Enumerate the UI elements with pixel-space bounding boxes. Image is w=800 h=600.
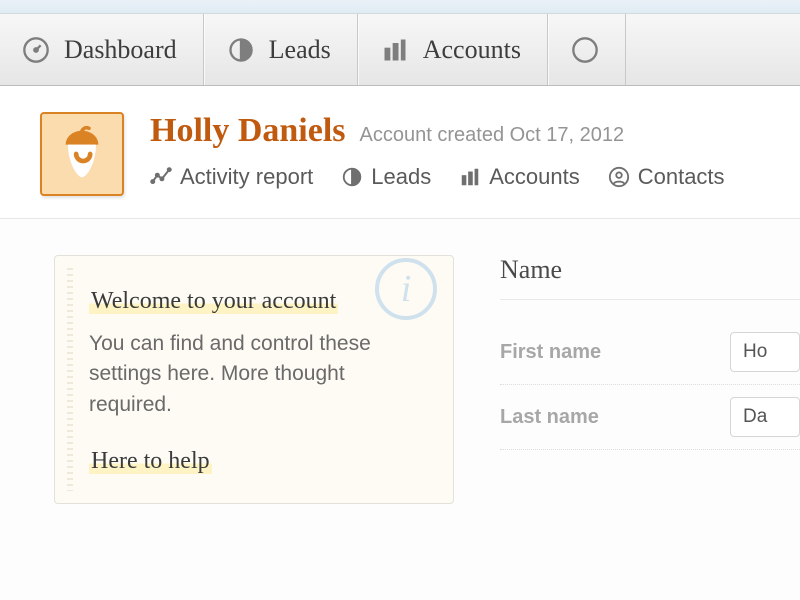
content-area: i Welcome to your account You can find a… [0,219,800,504]
subtab-label: Activity report [180,164,313,190]
person-circle-icon [571,36,599,64]
main-nav: Dashboard Leads Accounts [0,14,800,86]
label-last-name: Last name [500,406,599,429]
subtab-label: Leads [371,164,431,190]
nav-more[interactable] [548,14,626,85]
bars-icon [459,166,481,188]
subtab-activity-report[interactable]: Activity report [150,164,313,190]
activity-icon [150,166,172,188]
subtab-label: Contacts [638,164,725,190]
subtab-contacts[interactable]: Contacts [608,164,725,190]
form-row-last-name: Last name [500,385,800,450]
account-created: Account created Oct 17, 2012 [360,124,625,146]
help-heading: Welcome to your account [89,288,338,314]
info-icon: i [375,258,437,320]
nav-label: Leads [269,35,331,65]
avatar [40,112,124,196]
nav-dashboard[interactable]: Dashboard [0,14,204,85]
account-name: Holly Daniels [150,112,346,150]
subtab-accounts[interactable]: Accounts [459,164,580,190]
window-top-strip [0,0,800,14]
subtab-leads[interactable]: Leads [341,164,431,190]
acorn-icon [57,126,107,182]
help-body: You can find and control these settings … [89,329,425,420]
account-header: Holly Daniels Account created Oct 17, 20… [0,86,800,219]
help-heading-2: Here to help [89,448,212,474]
section-heading-name: Name [500,255,800,300]
input-last-name[interactable] [730,397,800,437]
nav-accounts[interactable]: Accounts [358,14,548,85]
input-first-name[interactable] [730,332,800,372]
half-circle-icon [227,36,255,64]
person-circle-icon [608,166,630,188]
half-circle-icon [341,166,363,188]
gauge-icon [22,36,50,64]
form-row-first-name: First name [500,320,800,385]
bars-icon [381,36,409,64]
nav-label: Accounts [423,35,521,65]
help-card: i Welcome to your account You can find a… [54,255,454,504]
account-info: Holly Daniels Account created Oct 17, 20… [150,112,800,196]
sub-tabs: Activity report Leads Accounts Contacts [150,164,800,190]
form-panel: Name First name Last name [500,255,800,504]
label-first-name: First name [500,341,601,364]
nav-leads[interactable]: Leads [204,14,358,85]
nav-label: Dashboard [64,35,177,65]
subtab-label: Accounts [489,164,580,190]
